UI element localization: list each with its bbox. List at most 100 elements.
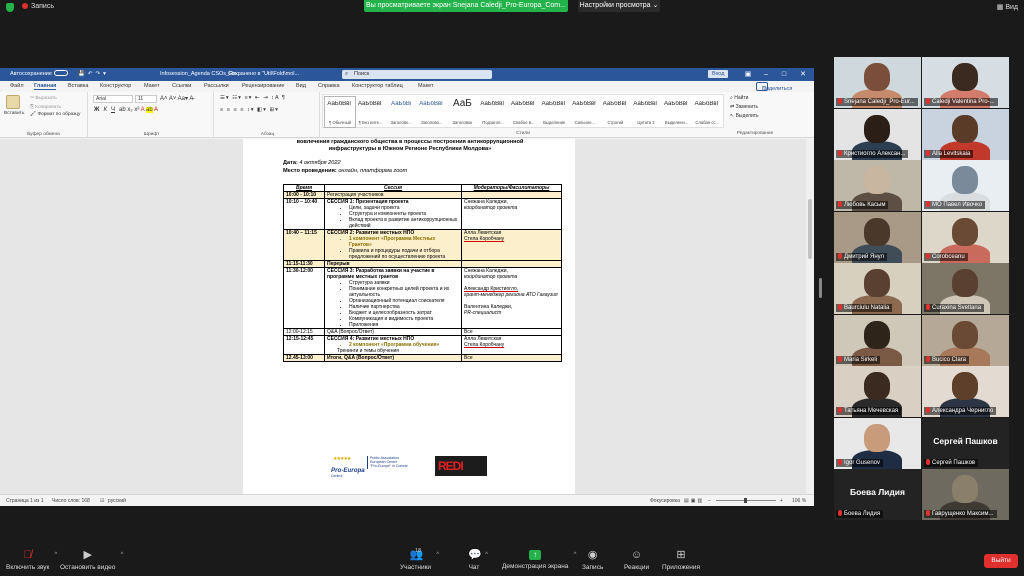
- participant-tile[interactable]: Curaxina Svetlana: [922, 263, 1009, 314]
- tab-home[interactable]: Главная: [34, 83, 57, 90]
- security-shield-icon[interactable]: [6, 3, 14, 12]
- style-item[interactable]: АаБбВвГ Выделение: [539, 97, 569, 127]
- participant-tile[interactable]: Igor Gusenov: [834, 417, 921, 469]
- tab-review[interactable]: Рецензирование: [242, 83, 284, 89]
- participant-tile[interactable]: Дмитрий Янул: [834, 211, 921, 263]
- zoom-in-icon[interactable]: +: [780, 498, 783, 504]
- style-item[interactable]: АаБбВвГ ¶ Обычный: [324, 96, 356, 128]
- word-count[interactable]: Число слов: 168: [52, 498, 90, 504]
- scrollbar-thumb[interactable]: [819, 278, 822, 298]
- reactions-button[interactable]: ☺ Реакции: [624, 550, 649, 572]
- record-button[interactable]: ◉ Запись: [582, 550, 603, 572]
- participant-tile[interactable]: Maria Sirkeli: [834, 314, 921, 366]
- participant-tile[interactable]: Сергей Пашков Сергей Пашков: [922, 417, 1009, 469]
- style-item[interactable]: АаБбВвГ Подзагол...: [478, 97, 508, 127]
- tab-table-layout[interactable]: Макет: [418, 83, 434, 89]
- chevron-up-icon[interactable]: ^: [121, 552, 124, 558]
- agenda-table[interactable]: Время Сессия Модераторы/Фасилитаторы 10:…: [283, 184, 562, 362]
- tab-mailings[interactable]: Рассылки: [204, 83, 229, 89]
- tab-layout[interactable]: Макет: [144, 83, 160, 89]
- tab-design[interactable]: Конструктор: [100, 83, 131, 89]
- style-item[interactable]: АаБ Заголовок: [447, 97, 477, 127]
- stop-video-button[interactable]: ▶ Остановить видео ^: [60, 550, 123, 572]
- find-button[interactable]: ⌕ Найти: [730, 95, 748, 101]
- participant-tile[interactable]: Baurciulu Natalia: [834, 263, 921, 314]
- paste-button[interactable]: Вставить: [4, 111, 24, 116]
- alignment-icons[interactable]: ≡ ≡ ≡ ≡ ↕▾ ◧▾ ⊞▾: [220, 107, 279, 113]
- copy-button[interactable]: ⎘ Копировать: [30, 104, 61, 110]
- style-item[interactable]: АаБбВвГ ¶ Без инте...: [356, 97, 386, 127]
- style-item[interactable]: АаБбВвГ Строгий: [600, 97, 630, 127]
- share-screen-button[interactable]: ↑ Демонстрация экрана ^: [502, 550, 576, 570]
- chevron-up-icon[interactable]: ^: [574, 552, 577, 558]
- share-button[interactable]: ⇪ Поделиться: [756, 82, 792, 92]
- participant-tile[interactable]: Caledji Valentina Pro-...: [922, 57, 1009, 108]
- tab-help[interactable]: Справка: [318, 83, 340, 89]
- leave-button[interactable]: Выйти: [984, 554, 1018, 568]
- paste-icon[interactable]: [6, 95, 20, 109]
- style-item[interactable]: АаБбВвГ Слабая сс...: [692, 97, 722, 127]
- apps-button[interactable]: ⊞ Приложения: [662, 550, 700, 572]
- style-item[interactable]: АаБбВвГ Слабое в...: [509, 97, 539, 127]
- style-item[interactable]: АаБбВвГ Цитата 2: [631, 97, 661, 127]
- font-name-select[interactable]: Arial: [93, 95, 133, 103]
- recording-indicator[interactable]: Запись: [22, 3, 54, 10]
- participant-tile[interactable]: Татьяна Мечевская: [834, 366, 921, 417]
- zoom-out-icon[interactable]: –: [708, 498, 711, 504]
- word-search-box[interactable]: ⌕ Поиск: [342, 70, 492, 79]
- participant-tile[interactable]: Corobceanu: [922, 211, 1009, 263]
- maximize-icon[interactable]: □: [776, 68, 792, 81]
- format-painter-button[interactable]: 🖌 Формат по образцу: [30, 112, 80, 117]
- minimize-icon[interactable]: –: [758, 68, 774, 81]
- participant-tile[interactable]: Любовь Касым: [834, 160, 921, 211]
- tab-file[interactable]: Файл: [10, 83, 24, 89]
- participant-tile[interactable]: Кристиогло Алексан...: [834, 108, 921, 160]
- chevron-up-icon[interactable]: ^: [436, 552, 439, 558]
- gallery-scrollbar[interactable]: [818, 56, 824, 516]
- chevron-up-icon[interactable]: ^: [55, 552, 58, 558]
- style-item[interactable]: АаБбВвГ Сильное...: [570, 97, 600, 127]
- replace-button[interactable]: ⇄ Заменить: [730, 104, 758, 110]
- document-scrollbar[interactable]: [806, 139, 814, 494]
- participant-tile[interactable]: Боева Лидия Боева Лидия: [834, 469, 921, 520]
- font-grow-shrink-icons[interactable]: A˄ A˅ Aa▾ A̶: [160, 95, 193, 102]
- proofing-icon[interactable]: ☑: [100, 498, 104, 504]
- participants-button[interactable]: 👥 18 Участники ^: [400, 548, 439, 571]
- quick-access-icons[interactable]: 💾↶↷▾: [78, 68, 109, 81]
- ribbon-display-icon[interactable]: ▣: [740, 68, 756, 81]
- participant-tile[interactable]: Александра Чернигло: [922, 366, 1009, 417]
- font-size-select[interactable]: 11: [135, 95, 157, 103]
- sign-in-button[interactable]: Вход: [708, 70, 729, 78]
- document-page[interactable]: вовлечения гражданского общества в проце…: [243, 139, 575, 494]
- chat-button[interactable]: 💬 Чат ^: [468, 550, 488, 572]
- select-button[interactable]: ↖ Выделить: [730, 113, 759, 119]
- view-button[interactable]: ▦ Вид: [997, 3, 1018, 11]
- zoom-slider[interactable]: [716, 498, 776, 503]
- language-status[interactable]: русский: [108, 498, 126, 504]
- close-icon[interactable]: ✕: [795, 68, 811, 81]
- participant-tile[interactable]: Alla Levitskaia: [922, 108, 1009, 160]
- style-item[interactable]: АаБбВвГ Заголово...: [417, 97, 447, 127]
- tab-table-design[interactable]: Конструктор таблиц: [352, 83, 403, 89]
- autosave-toggle[interactable]: Автосохранение: [10, 68, 68, 81]
- zoom-level[interactable]: 106 %: [792, 498, 806, 504]
- view-mode-icons[interactable]: ▤▣▥: [684, 498, 704, 504]
- focus-mode-button[interactable]: Фокусировка: [650, 498, 680, 504]
- style-item[interactable]: АаБбВвГ Выделенн...: [662, 97, 692, 127]
- list-indent-icons[interactable]: ☰▾ ☷▾ ≡▾ ⇤ ⇥ ↕A ¶: [220, 95, 286, 101]
- view-options-button[interactable]: Настройки просмотра ⌄: [578, 0, 660, 12]
- cut-button[interactable]: ✂ Вырезать: [30, 96, 57, 101]
- tab-view[interactable]: Вид: [296, 83, 306, 89]
- chevron-up-icon[interactable]: ^: [485, 552, 488, 558]
- page-count[interactable]: Страница 1 из 1: [6, 498, 43, 504]
- participant-tile[interactable]: Гаврущенко Максим...: [922, 469, 1009, 520]
- font-format-icons[interactable]: Ж К Чab x₂ x² A ab A: [94, 107, 158, 113]
- tab-references[interactable]: Ссылки: [172, 83, 191, 89]
- participant-tile[interactable]: Snejana Caledji_Pro-Eur...: [834, 57, 921, 108]
- style-item[interactable]: АаБбВі Заголово...: [386, 97, 416, 127]
- tab-insert[interactable]: Вставка: [68, 83, 88, 89]
- participant-tile[interactable]: Bucico Clara: [922, 314, 1009, 366]
- participant-tile[interactable]: МО Павел Ивочко: [922, 160, 1009, 211]
- scrollbar-thumb[interactable]: [808, 199, 812, 259]
- unmute-button[interactable]: 🎙̸ Включить звук ^: [6, 550, 57, 572]
